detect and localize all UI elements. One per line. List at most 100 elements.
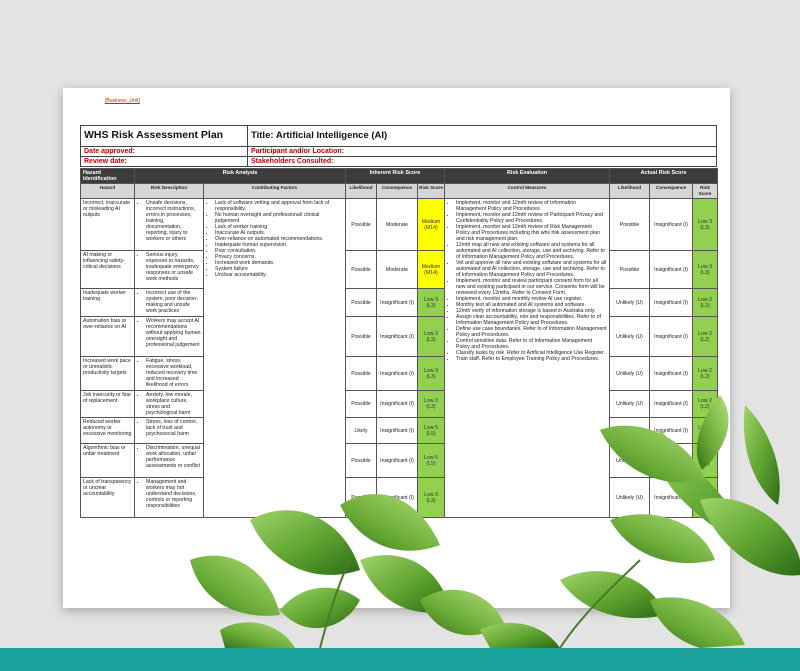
risk-description-cell: Fatigue, stress, excessive workload, red… xyxy=(134,356,204,391)
actual-consequence-cell: Insignificant (I) xyxy=(649,356,694,391)
consequence-cell: Insignificant (I) xyxy=(376,356,419,391)
risk-score-cell: Low 3 (L3) xyxy=(417,316,446,357)
likelihood-cell: Possible xyxy=(345,316,378,357)
section-hazard-identification: Hazard Identification xyxy=(80,168,135,184)
risk-score-cell: Low 5 (L5) xyxy=(417,443,446,478)
control-measure-item: Implement, monitor and review participan… xyxy=(456,278,607,296)
leaf-icon xyxy=(220,622,295,648)
table-row: Inadequate worker training Incorrect use … xyxy=(80,288,719,317)
table-row: Job insecurity or fear of replacement Anx… xyxy=(80,390,719,418)
risk-score-cell: Low 5 (L5) xyxy=(417,417,446,444)
control-measure-item: Control sensitive data. Refer to of Info… xyxy=(456,338,607,350)
control-measures-cell: Implement, monitor and 12mth review of I… xyxy=(444,198,611,518)
risk-description-cell: Unsafe decisions, incorrect instructions… xyxy=(134,198,204,251)
actual-risk-score-cell: Low 2 (L2) xyxy=(692,443,719,478)
actual-consequence-cell: Insignificant (I) xyxy=(649,288,694,317)
hazard-cell: Inadequate worker training xyxy=(80,288,135,317)
review-date-cell[interactable]: Review date: xyxy=(80,156,248,167)
actual-likelihood-cell: Possible xyxy=(609,250,651,289)
likelihood-cell: Possible xyxy=(345,443,378,478)
hazard-cell: Increased work pace or unrealistic produ… xyxy=(80,356,135,391)
participant-cell[interactable]: Participant and/or Location: xyxy=(247,146,717,157)
col-hazard: Hazard xyxy=(80,183,135,199)
col-actual-likelihood: Likelihood xyxy=(609,183,651,199)
col-risk-score: Risk Score xyxy=(417,183,446,199)
likelihood-cell: Possible xyxy=(345,198,378,251)
consequence-cell: Moderate xyxy=(376,250,419,289)
hazard-cell: Algorithmic bias or unfair treatment xyxy=(80,443,135,478)
risk-description-item: Serious injury, exposure to hazards, ina… xyxy=(146,252,201,282)
control-measure-item: Train staff. Refer to Employee Training … xyxy=(456,356,607,362)
actual-likelihood-cell: Unlikely (U) xyxy=(609,390,651,418)
risk-description-item: Anxiety, low morale, workplace culture, … xyxy=(146,392,201,416)
hazard-cell: Incorrect, inaccurate or misleading AI o… xyxy=(80,198,135,251)
consequence-cell: Insignificant (I) xyxy=(376,477,419,518)
leaf-icon xyxy=(480,622,560,648)
plan-header-table: WHS Risk Assessment Plan Title: Artifici… xyxy=(80,125,717,167)
control-measure-item: Implement, monitor and 12mth review of P… xyxy=(456,212,607,224)
footer-band xyxy=(0,648,800,671)
risk-description-cell: Serious injury, exposure to hazards, ina… xyxy=(134,250,204,289)
section-risk-evaluation: Risk Evaluation xyxy=(444,168,611,184)
actual-likelihood-cell: Unlikely (U) xyxy=(609,417,651,444)
control-measure-item: Vet and approve all new and existing sof… xyxy=(456,260,607,278)
risk-description-cell: Stress, loss of control, lack of trust a… xyxy=(134,417,204,444)
actual-consequence-cell: Insignificant (I) xyxy=(649,417,694,444)
risk-score-cell: Low 3 (L3) xyxy=(417,356,446,391)
plan-title: WHS Risk Assessment Plan xyxy=(84,129,224,141)
risk-score-cell: Low 3 (L3) xyxy=(417,288,446,317)
stakeholders-cell[interactable]: Stakeholders Consulted: xyxy=(247,156,717,167)
risk-description-item: Unsafe decisions, incorrect instructions… xyxy=(146,200,201,242)
actual-consequence-cell: Insignificant (I) xyxy=(649,316,694,357)
consequence-cell: Insignificant (I) xyxy=(376,417,419,444)
col-likelihood: Likelihood xyxy=(345,183,378,199)
actual-risk-score-cell: Low 2 (L2) xyxy=(692,477,719,518)
col-contributing-factors: Contributing Factors xyxy=(202,183,347,199)
risk-description-cell: Anxiety, low morale, workplace culture, … xyxy=(134,390,204,418)
hazard-cell: Automation bias or over-reliance on AI xyxy=(80,316,135,357)
likelihood-cell: Possible xyxy=(345,288,378,317)
consequence-cell: Insignificant (I) xyxy=(376,288,419,317)
section-risk-analysis: Risk Analysis xyxy=(133,168,347,184)
actual-risk-score-cell: Low 2 (L2) xyxy=(692,356,719,391)
document-page: [Business_Unit] WHS Risk Assessment Plan… xyxy=(63,88,730,608)
hazard-cell: Job insecurity or fear of replacement xyxy=(80,390,135,418)
risk-matrix-table: Hazard Identification Risk Analysis Inhe… xyxy=(80,168,719,518)
risk-score-cell: Medium (M14) xyxy=(417,250,446,289)
actual-likelihood-cell: Possible xyxy=(609,198,651,251)
actual-consequence-cell: Insignificant (I) xyxy=(649,443,694,478)
risk-description-item: Discrimination, unequal work allocation,… xyxy=(146,445,201,469)
risk-description-item: Stress, loss of control, lack of trust a… xyxy=(146,419,201,437)
actual-risk-score-cell: Low 2 (L2) xyxy=(692,316,719,357)
col-control-measures: Control Measures xyxy=(444,183,611,199)
subject-cell: Title: Artificial Intelligence (AI) xyxy=(247,125,717,147)
contributing-factor-item: Unclear accountability. xyxy=(215,272,343,278)
actual-likelihood-cell: Unlikely (U) xyxy=(609,477,651,518)
consequence-cell: Moderate xyxy=(376,198,419,251)
risk-rows: Incorrect, inaccurate or misleading AI o… xyxy=(80,198,719,518)
actual-risk-score-cell: Low 2 (L2) xyxy=(692,390,719,418)
table-row: Incorrect, inaccurate or misleading AI o… xyxy=(80,198,719,518)
risk-description-item: Workers may accept AI recommendations wi… xyxy=(146,318,201,348)
actual-risk-score-cell: Low 3 (L3) xyxy=(692,198,719,251)
actual-consequence-cell: Insignificant (I) xyxy=(649,477,694,518)
actual-likelihood-cell: Unlikely (U) xyxy=(609,316,651,357)
actual-likelihood-cell: Unlikely (U) xyxy=(609,443,651,478)
control-measure-item: Define use case boundaries. Refer to of … xyxy=(456,326,607,338)
risk-description-cell: Management and workers may not understan… xyxy=(134,477,204,518)
date-approved-cell[interactable]: Date approved: xyxy=(80,146,248,157)
contributing-factor-item: No human oversight and professional/ cli… xyxy=(215,212,343,224)
leaf-icon xyxy=(743,405,780,505)
likelihood-cell: Likely xyxy=(345,417,378,444)
subject-value: Artificial Intelligence (AI) xyxy=(275,129,388,141)
business-unit-tag: [Business_Unit] xyxy=(105,98,140,104)
table-row: Reduced worker autonomy or excessive mon… xyxy=(80,417,719,444)
actual-risk-score-cell: Low 2 (L2) xyxy=(692,417,719,444)
hazard-cell: Reduced worker autonomy or excessive mon… xyxy=(80,417,135,444)
risk-score-cell: Low 3 (L3) xyxy=(417,390,446,418)
section-inherent-score: Inherent Risk Score xyxy=(345,168,446,184)
col-actual-consequence: Consequence xyxy=(649,183,694,199)
risk-score-cell: Medium (M14) xyxy=(417,198,446,251)
contributing-factor-item: Lack of software vetting and approval fr… xyxy=(215,200,343,212)
risk-description-item: Fatigue, stress, excessive workload, red… xyxy=(146,358,201,388)
